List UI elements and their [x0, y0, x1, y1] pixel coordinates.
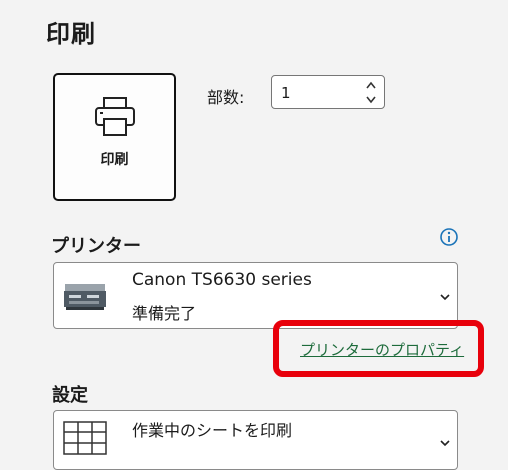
- settings-section-title: 設定: [52, 385, 88, 406]
- chevron-down-icon: [440, 294, 450, 301]
- printer-section-title: プリンター: [51, 236, 141, 257]
- chevron-down-icon[interactable]: [364, 93, 378, 106]
- settings-select[interactable]: 作業中のシートを印刷: [53, 410, 458, 470]
- copies-value[interactable]: 1: [281, 84, 291, 102]
- sheet-grid-icon: [63, 421, 107, 455]
- settings-selected: 作業中のシートを印刷: [132, 421, 293, 440]
- info-icon[interactable]: [439, 227, 459, 247]
- copies-label: 部数:: [207, 88, 245, 107]
- page-title: 印刷: [46, 20, 96, 48]
- printer-properties-link[interactable]: プリンターのプロパティ: [300, 339, 464, 360]
- printer-status: 準備完了: [132, 304, 197, 323]
- printer-select[interactable]: Canon TS6630 series 準備完了: [53, 262, 458, 329]
- chevron-up-icon[interactable]: [364, 79, 378, 92]
- printer-icon: [95, 97, 135, 136]
- print-button-label: 印刷: [100, 152, 129, 168]
- printer-device-icon: [64, 284, 106, 310]
- print-button[interactable]: 印刷: [53, 73, 176, 201]
- copies-stepper[interactable]: 1: [271, 75, 385, 109]
- printer-name: Canon TS6630 series: [132, 270, 312, 290]
- chevron-down-icon: [440, 440, 450, 447]
